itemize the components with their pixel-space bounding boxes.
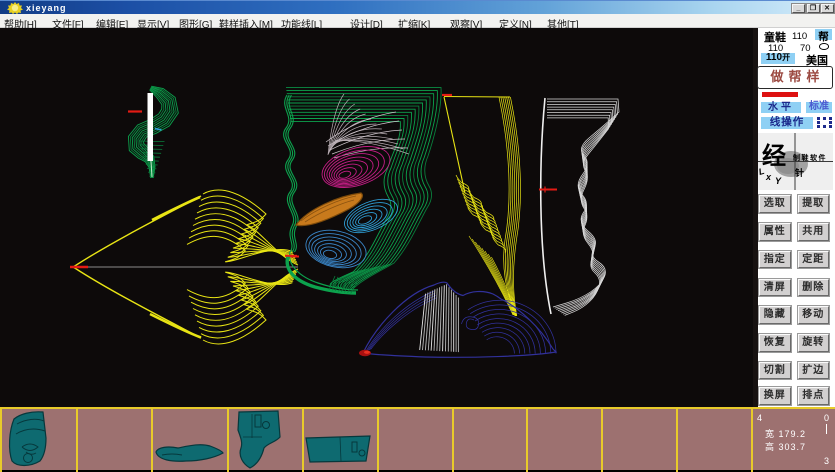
svg-text:针: 针	[795, 167, 804, 178]
svg-text:制鞋软件: 制鞋软件	[793, 153, 827, 162]
svg-text:Y: Y	[775, 176, 782, 186]
svg-text:x: x	[765, 172, 772, 182]
svg-text:经: 经	[762, 142, 786, 170]
